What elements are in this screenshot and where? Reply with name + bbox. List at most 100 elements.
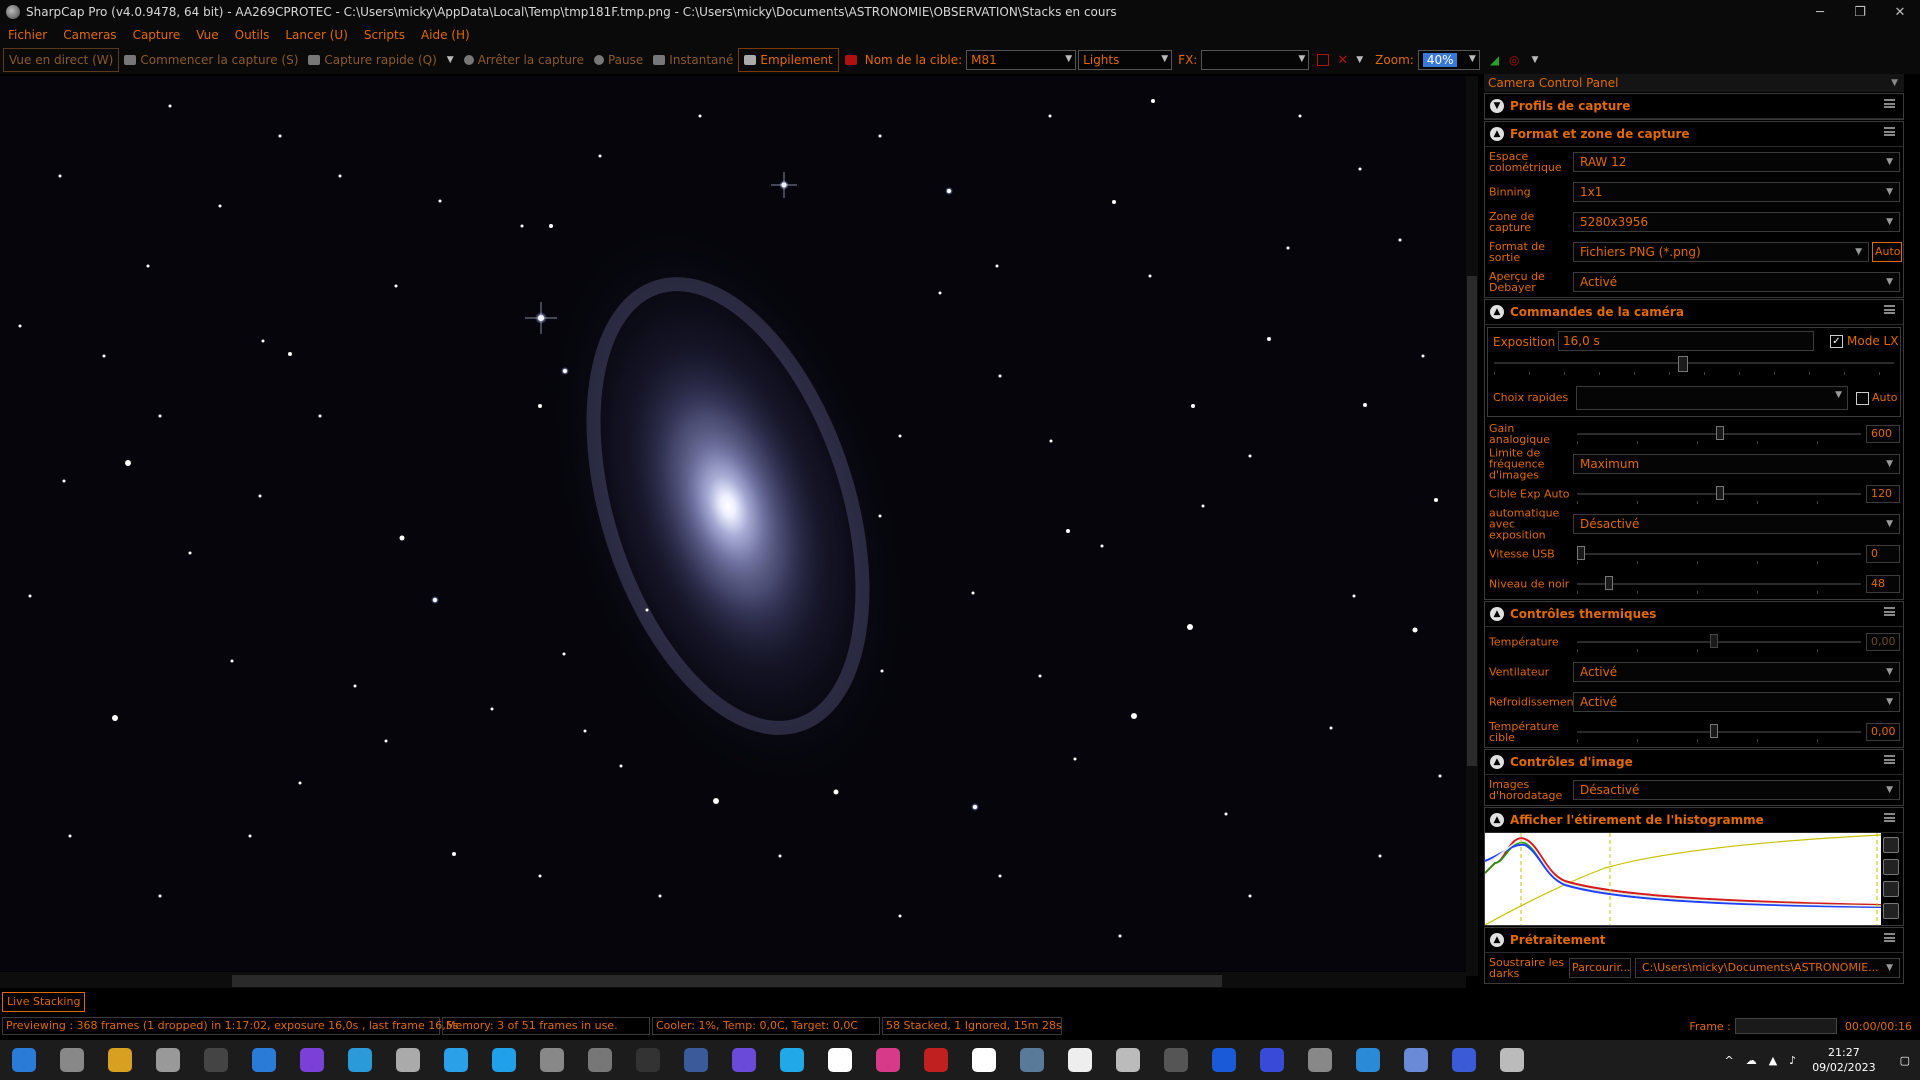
app-icon[interactable] xyxy=(1452,1048,1476,1072)
black-level-input[interactable]: 48 xyxy=(1866,575,1900,593)
chevron-up-icon[interactable]: ▲ xyxy=(1490,305,1504,319)
mode-lx-checkbox[interactable]: ✓ xyxy=(1830,335,1843,348)
live-stacking-tab[interactable]: Live Stacking xyxy=(2,992,86,1012)
hamburger-icon[interactable] xyxy=(1884,813,1895,822)
target-temp-input[interactable]: 0,00 xyxy=(1866,723,1900,741)
app-icon[interactable] xyxy=(1212,1048,1236,1072)
vertical-scrollbar[interactable] xyxy=(1466,76,1478,976)
app-icon[interactable] xyxy=(780,1048,804,1072)
app-icon[interactable] xyxy=(1308,1048,1332,1072)
chevron-down-icon[interactable]: ▼ xyxy=(1532,55,1539,65)
stop-capture-button[interactable]: Arrêter la capture xyxy=(459,49,589,71)
menu-capture[interactable]: Capture xyxy=(125,28,189,42)
section-header[interactable]: ▲ Contrôles d'image xyxy=(1485,750,1903,775)
fps-limit-select[interactable]: Maximum ▼ xyxy=(1573,454,1900,474)
zoom-select[interactable]: 40% ▼ xyxy=(1417,50,1480,70)
target-name-input[interactable]: M81 ▼ xyxy=(966,50,1077,70)
horizontal-scrollbar[interactable] xyxy=(0,972,1466,988)
minimize-button[interactable]: ─ xyxy=(1800,0,1840,24)
fan-select[interactable]: Activé ▼ xyxy=(1573,662,1900,682)
app-icon[interactable] xyxy=(924,1048,948,1072)
network-icon[interactable]: ▲ xyxy=(1769,1054,1777,1067)
output-format-select[interactable]: Fichiers PNG (*.png) ▼ xyxy=(1573,242,1869,262)
hamburger-icon[interactable] xyxy=(1884,127,1895,136)
section-header[interactable]: ▼ Profils de capture xyxy=(1485,94,1903,119)
app-icon[interactable] xyxy=(1404,1048,1428,1072)
target-temp-knob[interactable] xyxy=(1710,724,1718,738)
app-icon[interactable] xyxy=(1164,1048,1188,1072)
hamburger-icon[interactable] xyxy=(1884,99,1895,108)
hamburger-icon[interactable] xyxy=(1884,607,1895,616)
exposure-input[interactable]: 16,0 s xyxy=(1558,331,1814,351)
app-icon[interactable] xyxy=(828,1048,852,1072)
target-temp-slider[interactable] xyxy=(1577,731,1861,733)
fx-select[interactable]: ▼ xyxy=(1201,50,1310,70)
file-explorer-icon[interactable] xyxy=(108,1048,132,1072)
cooling-select[interactable]: Activé ▼ xyxy=(1573,692,1900,712)
task-view-icon[interactable] xyxy=(60,1048,84,1072)
app-icon[interactable] xyxy=(684,1048,708,1072)
section-header[interactable]: ▲ Commandes de la caméra xyxy=(1485,300,1903,325)
app-icon[interactable] xyxy=(876,1048,900,1072)
app-icon[interactable] xyxy=(396,1048,420,1072)
menu-aide[interactable]: Aide (H) xyxy=(413,28,478,42)
close-button[interactable]: ✕ xyxy=(1880,0,1920,24)
chevron-up-icon[interactable]: ▲ xyxy=(1490,127,1504,141)
gain-slider-knob[interactable] xyxy=(1716,426,1724,440)
quick-choice-select[interactable]: ▼ xyxy=(1576,386,1848,410)
auto-exp-target-knob[interactable] xyxy=(1716,486,1724,500)
reticle-icon[interactable]: ◎ xyxy=(1509,53,1519,67)
app-icon[interactable] xyxy=(972,1048,996,1072)
chevron-up-icon[interactable]: ▲ xyxy=(1490,607,1504,621)
stacking-button[interactable]: Empilement xyxy=(738,48,839,72)
browse-button[interactable]: Parcourir... xyxy=(1569,958,1631,978)
image-viewer[interactable] xyxy=(0,76,1472,971)
pause-button[interactable]: Pause xyxy=(589,49,648,71)
volume-icon[interactable]: ♪ xyxy=(1789,1054,1796,1067)
snapshot-button[interactable]: Instantané xyxy=(648,49,738,71)
hamburger-icon[interactable] xyxy=(1884,933,1895,942)
chevron-down-icon[interactable]: ▼ xyxy=(1891,78,1898,88)
messenger-icon[interactable] xyxy=(300,1048,324,1072)
app-icon[interactable] xyxy=(1356,1048,1380,1072)
gain-input[interactable]: 600 xyxy=(1866,425,1900,443)
live-view-button[interactable]: Vue en direct (W) xyxy=(3,48,120,72)
capture-zone-select[interactable]: 5280x3956 ▼ xyxy=(1573,212,1900,232)
timestamp-select[interactable]: Désactivé ▼ xyxy=(1573,780,1900,800)
edge-icon[interactable] xyxy=(348,1048,372,1072)
chevron-down-icon[interactable]: ▼ xyxy=(1356,55,1363,65)
hamburger-icon[interactable] xyxy=(1884,305,1895,314)
usb-speed-slider[interactable] xyxy=(1577,553,1861,555)
menu-outils[interactable]: Outils xyxy=(227,28,278,42)
app-icon[interactable] xyxy=(636,1048,660,1072)
windows-start-icon[interactable] xyxy=(12,1048,36,1072)
roi-icon[interactable] xyxy=(1317,54,1330,66)
chevron-up-icon[interactable]: ▲ xyxy=(1490,933,1504,947)
darks-path-select[interactable]: C:\Users\micky\Documents\ASTRONOMIE... ▼ xyxy=(1635,958,1900,978)
usb-speed-input[interactable]: 0 xyxy=(1866,545,1900,563)
section-header[interactable]: ▲ Prétraitement xyxy=(1485,928,1903,953)
app-icon[interactable] xyxy=(1116,1048,1140,1072)
cloud-icon[interactable]: ☁ xyxy=(1746,1054,1757,1067)
exposure-slider[interactable] xyxy=(1494,362,1894,364)
app-icon[interactable] xyxy=(492,1048,516,1072)
scroll-thumb[interactable] xyxy=(1467,276,1477,766)
sharpcap-icon[interactable] xyxy=(588,1048,612,1072)
auto-exp-mode-select[interactable]: Désactivé ▼ xyxy=(1573,514,1900,534)
notion-icon[interactable] xyxy=(204,1048,228,1072)
hamburger-icon[interactable] xyxy=(1884,755,1895,764)
histogram-area[interactable] xyxy=(1485,833,1903,925)
frame-progress[interactable] xyxy=(1734,1018,1837,1034)
histogram-icon[interactable]: ◢ xyxy=(1490,53,1499,67)
colorspace-select[interactable]: RAW 12 ▼ xyxy=(1573,152,1900,172)
crosshair-icon[interactable]: ✕ xyxy=(1337,53,1348,68)
mail-icon[interactable] xyxy=(252,1048,276,1072)
frame-type-select[interactable]: Lights ▼ xyxy=(1078,50,1173,70)
chevron-up-icon[interactable]: ^ xyxy=(1724,1054,1733,1067)
scroll-thumb[interactable] xyxy=(232,975,1222,987)
debayer-select[interactable]: Activé ▼ xyxy=(1573,272,1900,292)
app-icon[interactable] xyxy=(444,1048,468,1072)
section-header[interactable]: ▲ Contrôles thermiques xyxy=(1485,602,1903,627)
notification-icon[interactable]: ▢ xyxy=(1900,1054,1910,1067)
start-capture-button[interactable]: Commencer la capture (S) xyxy=(119,49,303,71)
